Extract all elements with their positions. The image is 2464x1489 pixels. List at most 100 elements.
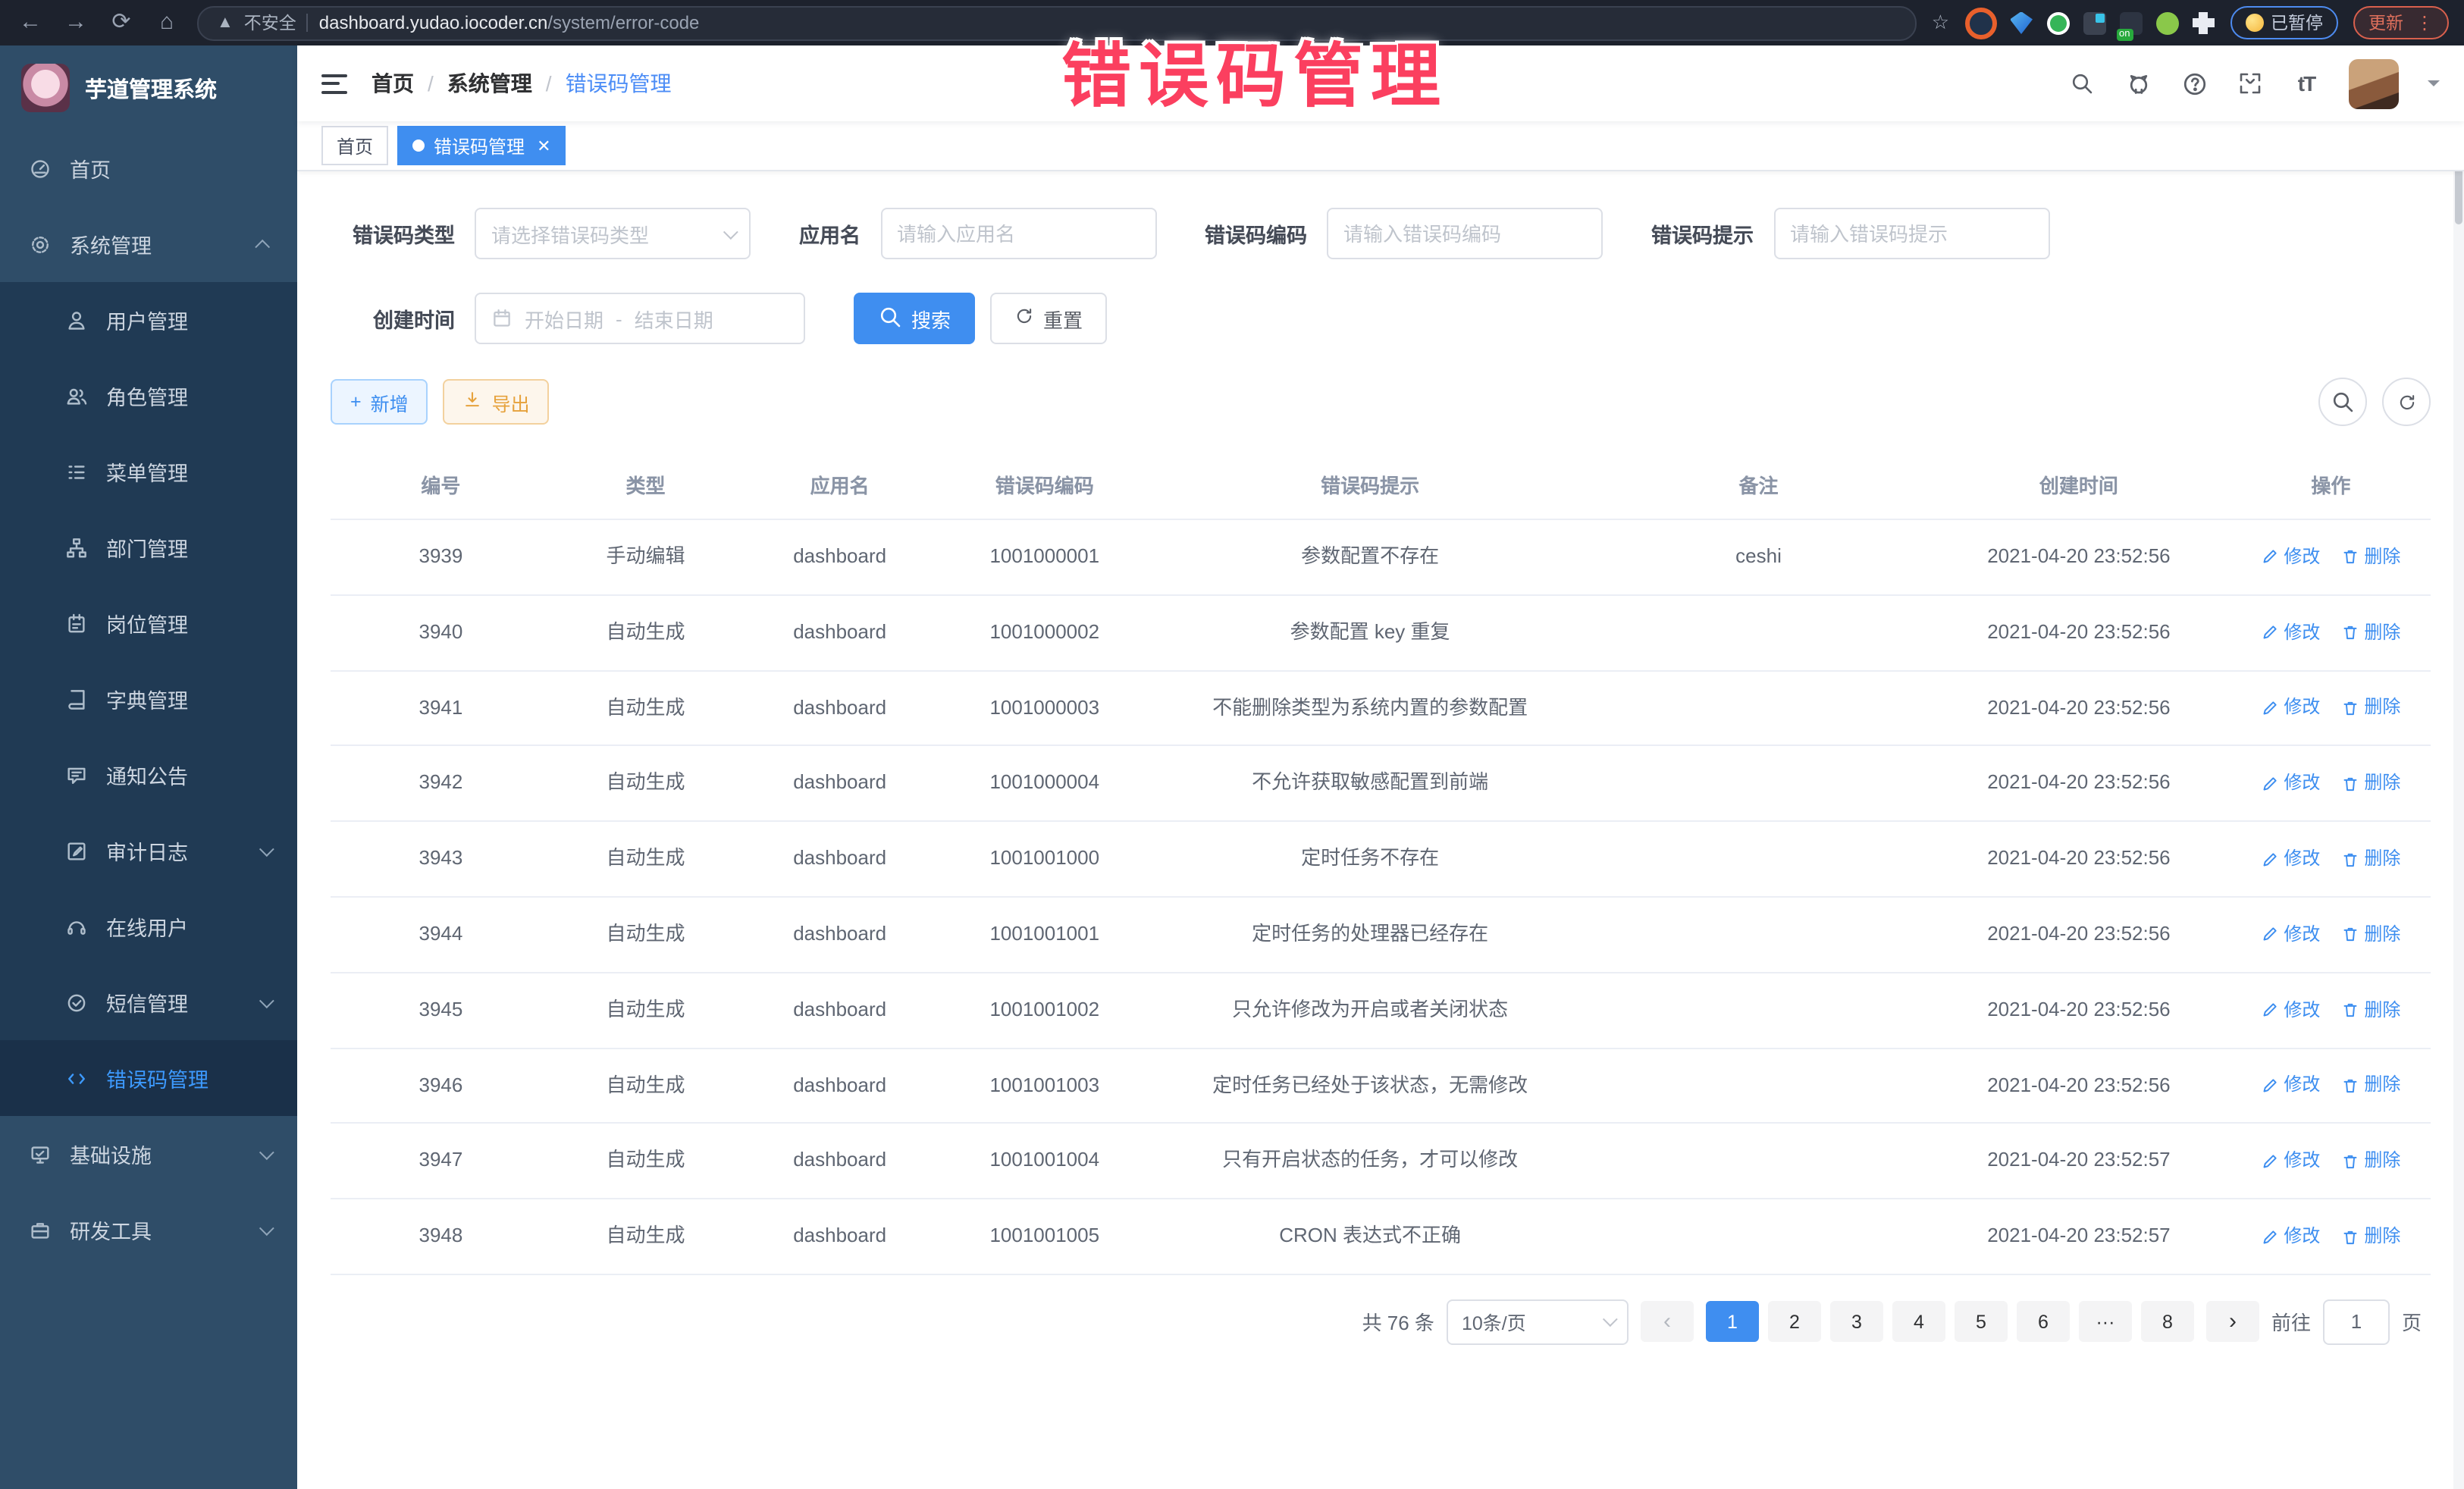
refresh-table-icon-button[interactable] xyxy=(2382,378,2431,426)
delete-link[interactable]: 删除 xyxy=(2341,920,2400,949)
filter-input[interactable] xyxy=(1328,222,1601,245)
chevron-down-icon[interactable] xyxy=(2428,80,2440,92)
delete-link[interactable]: 删除 xyxy=(2341,694,2400,723)
forward-icon[interactable]: → xyxy=(61,0,91,45)
sidebar-item-研发工具[interactable]: 研发工具 xyxy=(0,1192,297,1268)
page-button-1[interactable]: 1 xyxy=(1706,1302,1759,1343)
home-icon[interactable]: ⌂ xyxy=(152,0,182,45)
edit-link[interactable]: 修改 xyxy=(2261,920,2320,949)
sidebar-item-label: 系统管理 xyxy=(70,229,152,259)
error-type-select[interactable]: 请选择错误码类型 xyxy=(475,208,751,259)
extension-icon[interactable] xyxy=(2083,11,2105,34)
page-button-5[interactable]: 5 xyxy=(1955,1302,2008,1343)
add-button[interactable]: + 新增 xyxy=(331,379,428,425)
sidebar-item-基础设施[interactable]: 基础设施 xyxy=(0,1116,297,1192)
filter-input[interactable] xyxy=(882,222,1155,245)
sidebar-item-审计日志[interactable]: 审计日志 xyxy=(0,813,297,889)
delete-link[interactable]: 删除 xyxy=(2341,769,2400,798)
extensions-puzzle-icon[interactable] xyxy=(2192,11,2215,34)
edit-link[interactable]: 修改 xyxy=(2261,543,2320,572)
tab-首页[interactable]: 首页 xyxy=(321,126,388,165)
sidebar-item-在线用户[interactable]: 在线用户 xyxy=(0,889,297,964)
sidebar-collapse-icon[interactable] xyxy=(321,74,347,93)
pencil-icon xyxy=(2261,775,2279,793)
error-code-value: 1001001002 xyxy=(989,998,1099,1020)
delete-link[interactable]: 删除 xyxy=(2341,1071,2400,1100)
reset-button[interactable]: 重置 xyxy=(990,293,1107,344)
edit-link[interactable]: 修改 xyxy=(2261,845,2320,873)
breadcrumb-item[interactable]: 系统管理 xyxy=(447,68,532,99)
edit-link[interactable]: 修改 xyxy=(2261,995,2320,1024)
edit-link[interactable]: 修改 xyxy=(2261,1222,2320,1251)
filter-input[interactable] xyxy=(1775,222,2048,245)
sidebar-item-通知公告[interactable]: 通知公告 xyxy=(0,737,297,813)
delete-link[interactable]: 删除 xyxy=(2341,543,2400,572)
delete-link[interactable]: 删除 xyxy=(2341,618,2400,647)
sidebar-item-部门管理[interactable]: 部门管理 xyxy=(0,509,297,585)
breadcrumb-separator: / xyxy=(546,71,552,96)
goto-page-input[interactable]: 1 xyxy=(2323,1299,2390,1345)
page-button-3[interactable]: 3 xyxy=(1830,1302,1883,1343)
next-page-button[interactable]: › xyxy=(2206,1302,2259,1343)
delete-link[interactable]: 删除 xyxy=(2341,995,2400,1024)
sidebar-item-岗位管理[interactable]: 岗位管理 xyxy=(0,585,297,661)
fullscreen-icon[interactable] xyxy=(2237,70,2264,97)
sidebar-item-首页[interactable]: 首页 xyxy=(0,130,297,206)
tree-icon xyxy=(64,535,88,560)
sidebar-item-角色管理[interactable]: 角色管理 xyxy=(0,358,297,434)
search-button[interactable]: 搜索 xyxy=(854,293,975,344)
sidebar-item-字典管理[interactable]: 字典管理 xyxy=(0,661,297,737)
font-size-icon[interactable]: tT xyxy=(2293,70,2320,97)
show-search-icon-button[interactable] xyxy=(2318,378,2367,426)
search-icon[interactable] xyxy=(2068,70,2096,97)
error-code-value: 1001000001 xyxy=(989,544,1099,567)
edit-link[interactable]: 修改 xyxy=(2261,618,2320,647)
page-size-select[interactable]: 10条/页 xyxy=(1447,1299,1629,1345)
page-button-6[interactable]: 6 xyxy=(2017,1302,2070,1343)
table-row: 3942自动生成dashboard1001000004不允许获取敏感配置到前端2… xyxy=(331,746,2431,822)
delete-link[interactable]: 删除 xyxy=(2341,1222,2400,1251)
export-button[interactable]: 导出 xyxy=(444,379,550,425)
cell-remark xyxy=(1591,746,1926,822)
page-button-8[interactable]: 8 xyxy=(2141,1302,2194,1343)
edit-link[interactable]: 修改 xyxy=(2261,1071,2320,1100)
extension-icon[interactable] xyxy=(2046,11,2069,34)
close-tab-icon[interactable]: ✕ xyxy=(537,136,550,155)
breadcrumb-item[interactable]: 首页 xyxy=(371,68,414,99)
sidebar-item-菜单管理[interactable]: 菜单管理 xyxy=(0,434,297,509)
avatar[interactable] xyxy=(2349,58,2399,108)
tab-错误码管理[interactable]: 错误码管理✕ xyxy=(397,126,566,165)
bookmark-star-icon[interactable]: ☆ xyxy=(1932,11,1949,35)
reload-icon[interactable]: ⟳ xyxy=(106,0,136,45)
extension-icon[interactable] xyxy=(2155,11,2178,34)
address-bar[interactable]: ▲ 不安全 dashboard.yudao.iocoder.cn/system/… xyxy=(197,5,1917,40)
trash-icon xyxy=(2341,1227,2359,1246)
github-icon[interactable] xyxy=(2124,70,2152,97)
security-label: 不安全 xyxy=(244,11,296,35)
edit-link[interactable]: 修改 xyxy=(2261,769,2320,798)
page-button-2[interactable]: 2 xyxy=(1768,1302,1821,1343)
edit-link[interactable]: 修改 xyxy=(2261,1146,2320,1175)
edit-link[interactable]: 修改 xyxy=(2261,694,2320,723)
profile-paused-pill[interactable]: 已暂停 xyxy=(2230,6,2338,39)
paused-label: 已暂停 xyxy=(2271,11,2323,35)
help-icon[interactable] xyxy=(2180,70,2208,97)
delete-link[interactable]: 删除 xyxy=(2341,845,2400,873)
sidebar-item-错误码管理[interactable]: 错误码管理 xyxy=(0,1040,297,1116)
extension-icon[interactable] xyxy=(1964,7,1996,39)
extension-icon-on-badge[interactable] xyxy=(2119,11,2142,34)
sidebar-item-用户管理[interactable]: 用户管理 xyxy=(0,282,297,358)
page-ellipsis[interactable]: ··· xyxy=(2079,1302,2132,1343)
date-range-picker[interactable]: 开始日期 - 结束日期 xyxy=(475,293,805,344)
window-scrollbar[interactable] xyxy=(2453,45,2464,1489)
browser-menu-icon[interactable]: ⋮ xyxy=(2415,12,2434,33)
page-button-4[interactable]: 4 xyxy=(1892,1302,1945,1343)
delete-link[interactable]: 删除 xyxy=(2341,1146,2400,1175)
sidebar-item-短信管理[interactable]: 短信管理 xyxy=(0,964,297,1040)
extension-icon[interactable] xyxy=(2010,11,2033,34)
back-icon[interactable]: ← xyxy=(15,0,45,45)
browser-update-button[interactable]: 更新 ⋮ xyxy=(2353,6,2449,39)
prev-page-button[interactable]: ‹ xyxy=(1641,1302,1694,1343)
cell-ops: 修改 删除 xyxy=(2231,1199,2431,1274)
sidebar-item-系统管理[interactable]: 系统管理 xyxy=(0,206,297,282)
